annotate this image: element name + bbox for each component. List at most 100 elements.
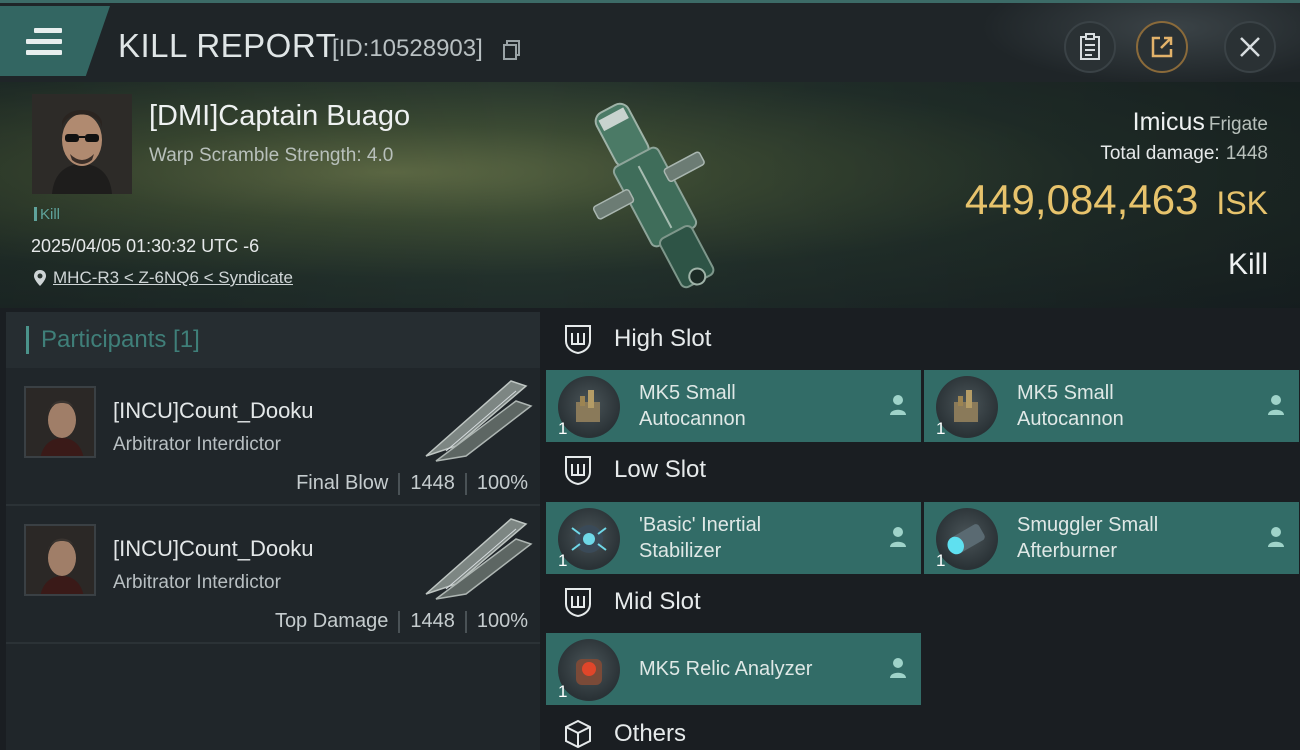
participant-ship-image	[425, 380, 533, 462]
participant-portrait-image	[26, 526, 94, 594]
participants-panel: Participants [1] [INCU]Count_Dooku Arbit…	[6, 312, 540, 750]
participant-avatar[interactable]	[24, 524, 96, 596]
participant-role: Top Damage	[274, 610, 389, 632]
participant-ship-image	[425, 518, 533, 600]
person-icon[interactable]	[1267, 394, 1285, 416]
participant-damage: 1448	[410, 472, 455, 494]
module-name: Smuggler Small Afterburner	[1017, 512, 1247, 564]
module-card[interactable]: 1 Smuggler Small Afterburner	[924, 502, 1299, 574]
kill-id: [ID:10528903]	[332, 35, 483, 62]
ship-class: Frigate	[1208, 114, 1268, 135]
high-slot-icon	[565, 325, 591, 355]
participant-ship: Arbitrator Interdictor	[113, 572, 281, 593]
module-name-line: MK5 Small	[1017, 382, 1114, 404]
stat-divider	[464, 472, 467, 495]
kill-location[interactable]: MHC-R3 < Z-6NQ6 < Syndicate	[33, 268, 293, 288]
top-bar: KILL REPORT [ID:10528903]	[0, 0, 1300, 85]
kill-tag: Kill	[34, 206, 60, 223]
pilot-portrait-image	[32, 94, 132, 194]
participant-damage: 1448	[410, 610, 455, 632]
total-damage: Total damage: 1448	[1100, 143, 1268, 165]
person-icon[interactable]	[889, 657, 907, 679]
page-title: KILL REPORT	[118, 27, 337, 64]
stat-divider	[398, 610, 401, 633]
participants-title: Participants [1]	[41, 326, 200, 353]
participant-avatar[interactable]	[24, 386, 96, 458]
participant-role: Final Blow	[296, 472, 389, 494]
module-name-line: Stabilizer	[639, 540, 722, 562]
module-name-line: 'Basic' Inertial	[639, 514, 762, 536]
share-button[interactable]	[1136, 21, 1188, 73]
module-name-line: Afterburner	[1017, 540, 1118, 562]
participant-portrait-image	[26, 388, 94, 456]
menu-button[interactable]	[0, 6, 110, 76]
participant-percent: 100%	[476, 610, 528, 632]
location-pin-icon	[34, 270, 46, 286]
total-damage-label: Total damage:	[1100, 143, 1220, 164]
module-card[interactable]: 1 MK5 Relic Analyzer	[546, 633, 921, 705]
participants-header[interactable]: Participants [1]	[6, 312, 540, 368]
hamburger-icon	[26, 28, 62, 56]
header-accent	[26, 326, 29, 354]
module-name-line: Smuggler Small	[1017, 514, 1159, 536]
module-name: MK5 Relic Analyzer	[639, 656, 869, 682]
clipboard-icon	[1080, 33, 1100, 60]
participant-row[interactable]: [INCU]Count_Dooku Arbitrator Interdictor…	[6, 368, 540, 506]
mid-slot-header: Mid Slot	[562, 586, 701, 618]
ship-name: Imicus	[1132, 108, 1205, 136]
module-name-line: MK5 Small	[639, 382, 736, 404]
warp-scramble-strength: Warp Scramble Strength: 4.0	[149, 145, 394, 166]
isk-amount: 449,084,463	[964, 176, 1199, 223]
module-name-line: MK5 Relic Analyzer	[639, 658, 813, 680]
isk-unit: ISK	[1216, 185, 1268, 221]
module-quantity: 1	[558, 551, 568, 570]
person-icon[interactable]	[889, 394, 907, 416]
participant-row[interactable]: [INCU]Count_Dooku Arbitrator Interdictor…	[6, 506, 540, 644]
module-card[interactable]: 1 'Basic' Inertial Stabilizer	[546, 502, 921, 574]
cube-icon	[565, 719, 591, 749]
person-icon[interactable]	[889, 526, 907, 548]
victim-portrait[interactable]	[32, 94, 132, 194]
others-header: Others	[562, 718, 686, 750]
module-name: MK5 Small Autocannon	[639, 380, 869, 432]
module-name-line: Autocannon	[1017, 408, 1124, 430]
victim-name[interactable]: [DMI]Captain Buago	[149, 100, 410, 133]
module-quantity: 1	[558, 682, 568, 701]
location-link[interactable]: MHC-R3 < Z-6NQ6 < Syndicate	[53, 268, 293, 288]
participant-ship: Arbitrator Interdictor	[113, 434, 281, 455]
high-slot-header: High Slot	[562, 323, 711, 355]
close-button[interactable]	[1224, 21, 1276, 73]
participant-name[interactable]: [INCU]Count_Dooku	[113, 398, 314, 424]
victim-summary: [DMI]Captain Buago Warp Scramble Strengt…	[0, 82, 1300, 308]
low-slot-icon	[565, 456, 591, 486]
copy-icon[interactable]	[503, 40, 521, 60]
kill-timestamp: 2025/04/05 01:30:32 UTC -6	[31, 236, 260, 256]
participant-percent: 100%	[476, 472, 528, 494]
low-slot-header: Low Slot	[562, 454, 706, 486]
module-card[interactable]: 1 MK5 Small Autocannon	[924, 370, 1299, 442]
total-damage-value: 1448	[1225, 143, 1268, 164]
victim-ship[interactable]: Imicus Frigate	[1133, 108, 1268, 137]
victim-ship-image[interactable]	[575, 87, 735, 302]
low-slot-label: Low Slot	[614, 456, 707, 483]
stat-divider	[398, 472, 401, 495]
module-quantity: 1	[936, 419, 946, 438]
module-name-line: Autocannon	[639, 408, 746, 430]
module-quantity: 1	[558, 419, 568, 438]
isk-value: 449,084,463 ISK	[965, 176, 1268, 224]
high-slot-label: High Slot	[614, 325, 712, 352]
participant-stats: Top Damage 1448 100%	[275, 610, 528, 633]
module-card[interactable]: 1 MK5 Small Autocannon	[546, 370, 921, 442]
close-icon	[1240, 37, 1260, 57]
module-quantity: 1	[936, 551, 946, 570]
participant-name[interactable]: [INCU]Count_Dooku	[113, 536, 314, 562]
others-label: Others	[614, 720, 687, 747]
module-name: 'Basic' Inertial Stabilizer	[639, 512, 869, 564]
mid-slot-label: Mid Slot	[614, 588, 701, 615]
participant-stats: Final Blow 1448 100%	[296, 472, 528, 495]
module-name: MK5 Small Autocannon	[1017, 380, 1247, 432]
stat-divider	[464, 610, 467, 633]
clipboard-button[interactable]	[1064, 21, 1116, 73]
person-icon[interactable]	[1267, 526, 1285, 548]
share-icon	[1151, 36, 1173, 58]
